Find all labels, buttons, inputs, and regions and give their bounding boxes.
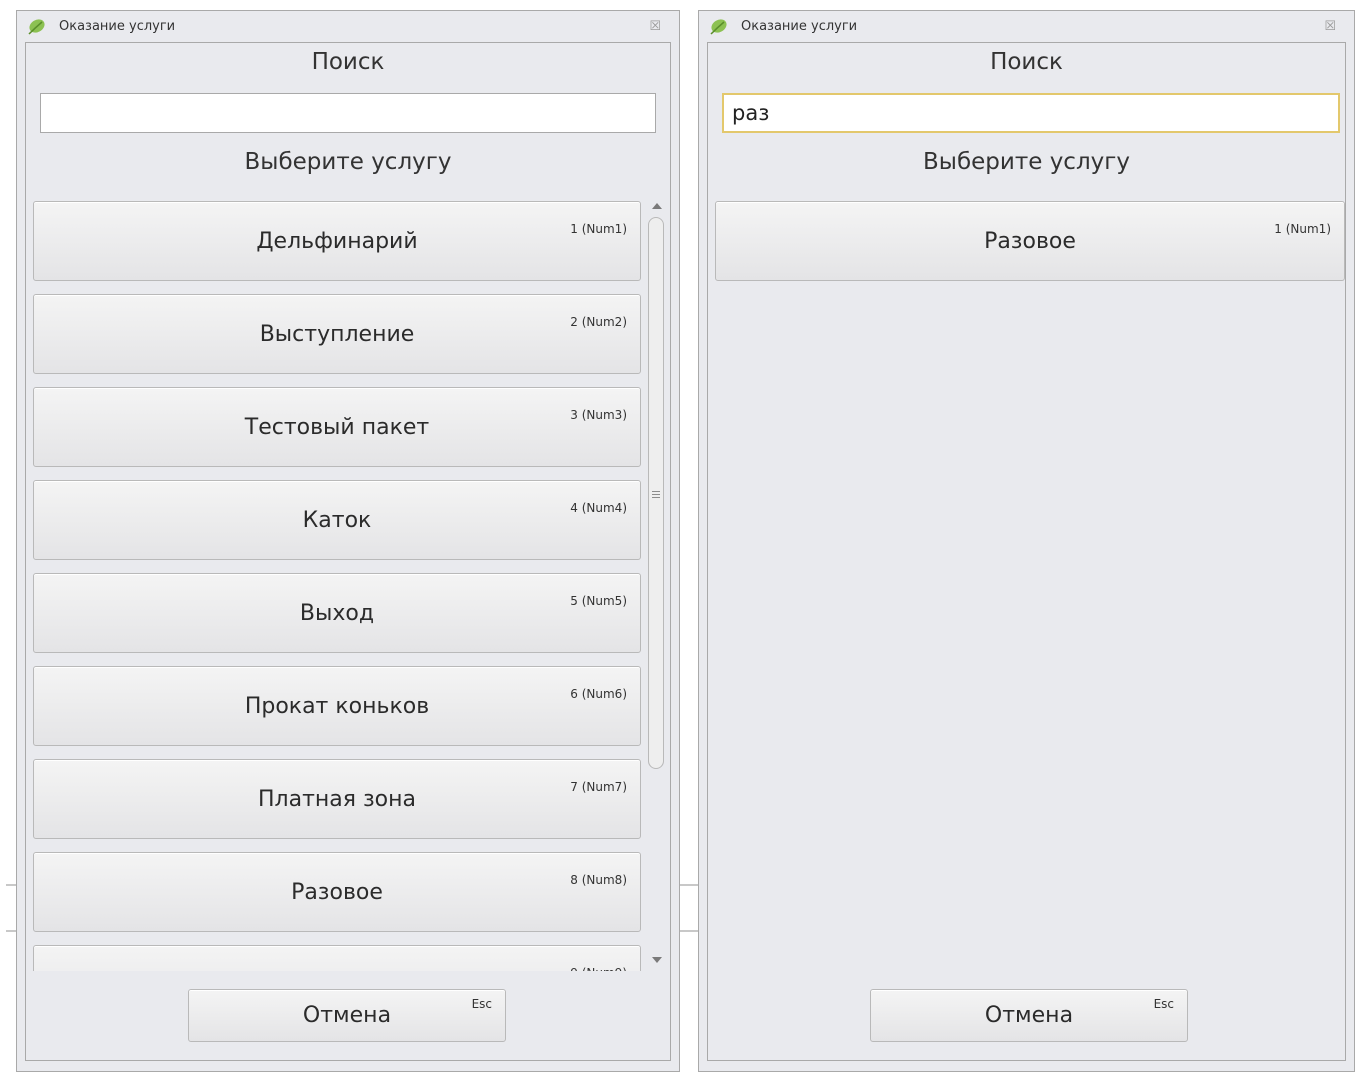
background-line [6, 884, 16, 886]
service-shortcut: 2 (Num2) [570, 315, 627, 329]
scroll-down-arrow-icon[interactable] [652, 957, 662, 963]
service-dialog-all: Оказание услуги ☒ Поиск Выберите услугу … [16, 10, 680, 1072]
window-title: Оказание услуги [59, 19, 176, 34]
service-shortcut: 4 (Num4) [570, 501, 627, 515]
service-list: Разовое 1 (Num1) [715, 201, 1345, 971]
service-name: Тестовый пакет [244, 415, 430, 440]
service-name: Каток [302, 508, 372, 533]
service-button-dolphinarium[interactable]: Дельфинарий 1 (Num1) [33, 201, 641, 281]
service-shortcut: 1 (Num1) [1274, 222, 1331, 236]
service-shortcut: 8 (Num8) [570, 873, 627, 887]
service-dialog-filtered: Оказание услуги ☒ Поиск Выберите услугу … [698, 10, 1355, 1072]
service-list: Дельфинарий 1 (Num1) Выступление 2 (Num2… [33, 201, 641, 971]
service-name: Платная зона [257, 787, 417, 812]
cancel-label: Отмена [984, 1003, 1074, 1028]
service-shortcut: 5 (Num5) [570, 594, 627, 608]
scroll-thumb[interactable] [648, 217, 664, 769]
dialog-content: Поиск Выберите услугу Разовое 1 (Num1) О… [707, 42, 1346, 1061]
titlebar[interactable]: Оказание услуги ☒ [17, 11, 679, 42]
service-name: Разовое [984, 229, 1076, 254]
service-button-paid-zone[interactable]: Платная зона 7 (Num7) [33, 759, 641, 839]
choose-service-heading: Выберите услугу [923, 149, 1130, 175]
service-shortcut: 9 (Num9) [570, 966, 627, 971]
leaf-icon [28, 19, 45, 35]
scroll-up-arrow-icon[interactable] [652, 203, 662, 209]
service-name: Разовое [291, 880, 383, 905]
cancel-button[interactable]: Отмена Esc [870, 989, 1188, 1042]
cancel-button[interactable]: Отмена Esc [188, 989, 506, 1042]
search-input[interactable] [40, 93, 656, 133]
service-button-skate-rental[interactable]: Прокат коньков 6 (Num6) [33, 666, 641, 746]
search-heading: Поиск [990, 49, 1063, 75]
service-shortcut: 1 (Num1) [570, 222, 627, 236]
cancel-label: Отмена [302, 1003, 392, 1028]
service-shortcut: 6 (Num6) [570, 687, 627, 701]
service-list-scrollbar[interactable] [646, 195, 668, 971]
cancel-shortcut: Esc [1153, 997, 1174, 1011]
service-button-skating-rink[interactable]: Каток 4 (Num4) [33, 480, 641, 560]
service-button-single[interactable]: Разовое 1 (Num1) [715, 201, 1345, 281]
service-button-ninth[interactable]: 9 (Num9) [33, 945, 641, 971]
service-name: Дельфинарий [256, 229, 418, 254]
close-icon[interactable]: ☒ [1324, 11, 1336, 42]
titlebar[interactable]: Оказание услуги ☒ [699, 11, 1354, 42]
service-button-single[interactable]: Разовое 8 (Num8) [33, 852, 641, 932]
window-title: Оказание услуги [741, 19, 858, 34]
service-shortcut: 7 (Num7) [570, 780, 627, 794]
background-line [6, 930, 16, 932]
grip-icon [652, 491, 660, 498]
background-line [680, 930, 698, 932]
background-line [680, 884, 698, 886]
service-shortcut: 3 (Num3) [570, 408, 627, 422]
choose-service-heading: Выберите услугу [244, 149, 452, 175]
service-name: Выход [299, 601, 375, 626]
cancel-shortcut: Esc [471, 997, 492, 1011]
service-button-exit[interactable]: Выход 5 (Num5) [33, 573, 641, 653]
service-name: Выступление [259, 322, 415, 347]
service-button-test-package[interactable]: Тестовый пакет 3 (Num3) [33, 387, 641, 467]
search-heading: Поиск [311, 49, 385, 75]
service-name: Прокат коньков [244, 694, 430, 719]
close-icon[interactable]: ☒ [649, 11, 661, 42]
dialog-content: Поиск Выберите услугу Дельфинарий 1 (Num… [25, 42, 671, 1061]
search-input[interactable] [722, 93, 1340, 133]
leaf-icon [710, 19, 727, 35]
service-button-performance[interactable]: Выступление 2 (Num2) [33, 294, 641, 374]
